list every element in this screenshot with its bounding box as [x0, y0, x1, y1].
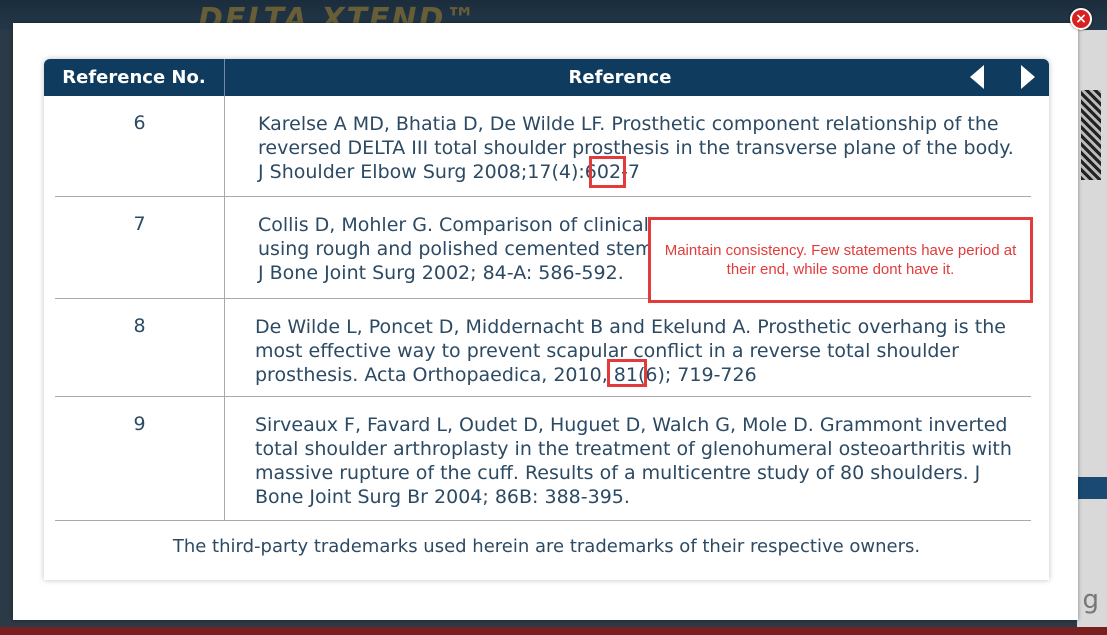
decorative-strip [1081, 90, 1101, 180]
header-reference-no: Reference No. [44, 59, 225, 96]
header-reference: Reference [568, 67, 672, 88]
background-footer-bar [0, 627, 1107, 635]
reference-text: Karelse A MD, Bhatia D, De Wilde LF. Pro… [258, 113, 1014, 183]
annotation-highlight-box [589, 156, 626, 188]
annotation-highlight-box [607, 359, 647, 387]
background-text-fragment: g [1082, 585, 1099, 615]
annotation-comment: Maintain consistency. Few statements hav… [648, 217, 1033, 303]
next-page-icon[interactable] [1021, 65, 1035, 89]
table-row: 8 De Wilde L, Poncet D, Middernacht B an… [55, 299, 1031, 397]
background-bar [1077, 477, 1107, 499]
close-icon[interactable]: × [1070, 8, 1092, 30]
table-header: Reference No. Reference [44, 59, 1049, 96]
reference-number: 9 [55, 397, 225, 520]
trademark-footer: The third-party trademarks used herein a… [172, 536, 921, 557]
references-table: Reference No. Reference 6 Karelse A MD, … [44, 59, 1049, 580]
reference-number: 7 [55, 197, 225, 298]
previous-page-icon[interactable] [970, 65, 984, 89]
table-row: 9 Sirveaux F, Favard L, Oudet D, Huguet … [55, 397, 1031, 521]
table-row: 6 Karelse A MD, Bhatia D, De Wilde LF. P… [55, 96, 1031, 197]
reference-number: 6 [55, 96, 225, 196]
reference-text: Sirveaux F, Favard L, Oudet D, Huguet D,… [255, 414, 1012, 508]
background-side-panel: g [1077, 30, 1107, 630]
reference-number: 8 [55, 299, 225, 396]
